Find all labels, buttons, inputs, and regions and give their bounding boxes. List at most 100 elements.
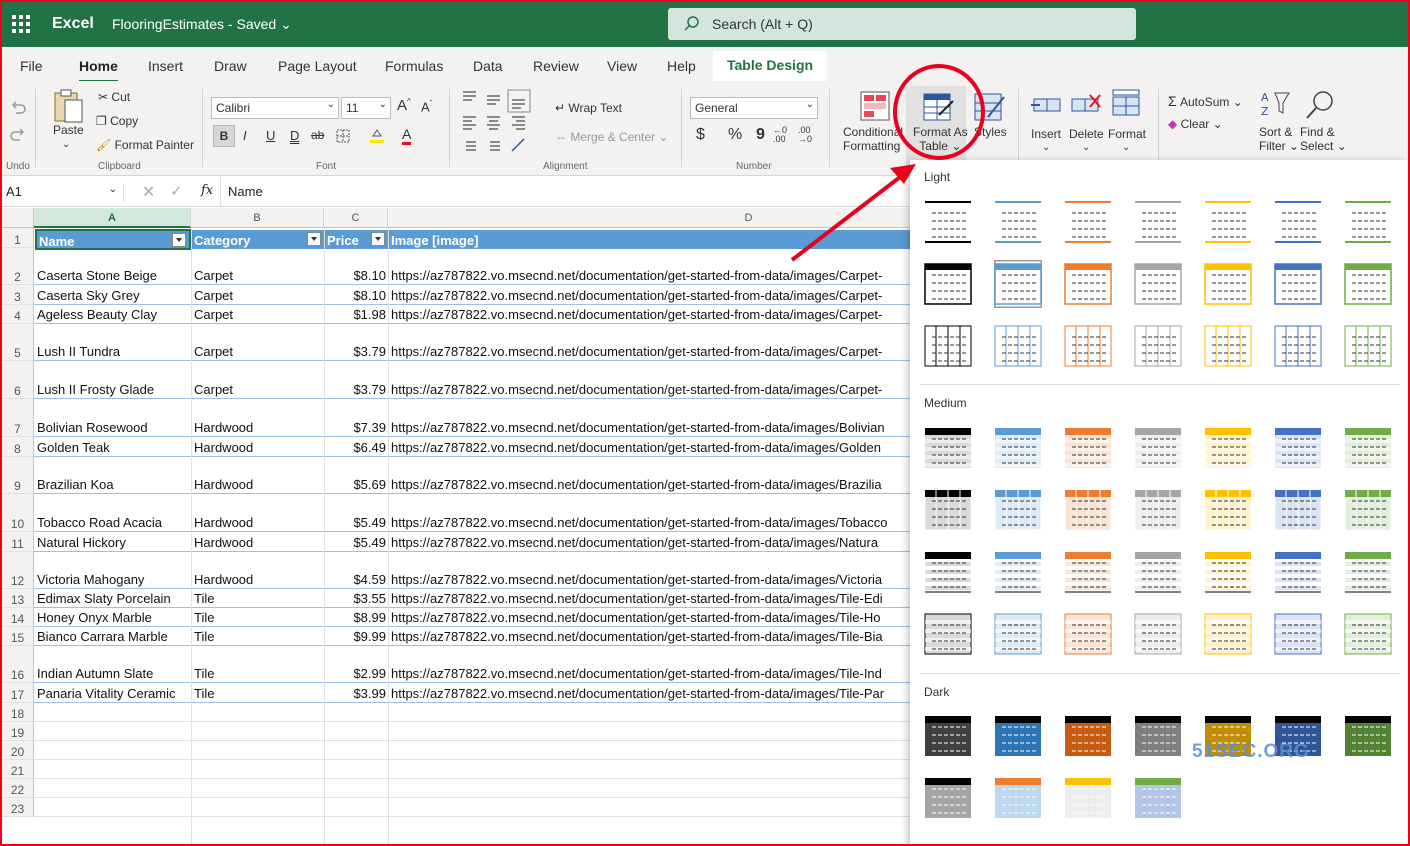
conditional-formatting-icon[interactable] bbox=[860, 91, 890, 121]
cell-price[interactable]: $8.99 bbox=[325, 610, 386, 625]
cell-styles-button[interactable]: Styles bbox=[974, 125, 1007, 139]
row-header[interactable]: 10 bbox=[2, 494, 34, 532]
table-style-medium-2-3[interactable] bbox=[1134, 486, 1182, 534]
tab-formulas[interactable]: Formulas bbox=[385, 58, 443, 74]
table-style-light-3-3[interactable] bbox=[1134, 322, 1182, 370]
decrease-font-icon[interactable]: Aˇ bbox=[421, 99, 432, 114]
cut-button[interactable]: ✂ Cut bbox=[98, 90, 130, 104]
table-style-light-1-4[interactable] bbox=[1204, 198, 1252, 246]
table-style-dark-1-0[interactable] bbox=[924, 712, 972, 760]
cell-category[interactable]: Carpet bbox=[194, 288, 322, 303]
table-style-medium-3-6[interactable] bbox=[1344, 548, 1392, 596]
table-header-name[interactable]: Name bbox=[35, 229, 191, 250]
clear-button[interactable]: ◆ Clear ⌄ bbox=[1168, 117, 1223, 131]
confirm-icon[interactable]: ✓ bbox=[170, 182, 183, 200]
cell-name[interactable]: Indian Autumn Slate bbox=[37, 666, 189, 681]
select-all-corner[interactable] bbox=[2, 208, 34, 228]
table-style-light-1-6[interactable] bbox=[1344, 198, 1392, 246]
cell-category[interactable]: Carpet bbox=[194, 268, 322, 283]
table-style-medium-1-6[interactable] bbox=[1344, 424, 1392, 472]
cell-name[interactable]: Natural Hickory bbox=[37, 535, 189, 550]
chevron-down-icon[interactable]: ⌄ bbox=[1042, 142, 1050, 153]
find-select-icon[interactable] bbox=[1304, 89, 1336, 121]
column-header-b[interactable]: B bbox=[191, 208, 324, 228]
tab-data[interactable]: Data bbox=[473, 58, 503, 74]
format-as-table-button[interactable]: Format As Table ⌄ bbox=[913, 125, 968, 153]
cell-name[interactable]: Honey Onyx Marble bbox=[37, 610, 189, 625]
insert-button[interactable]: Insert bbox=[1031, 127, 1061, 141]
cell-category[interactable]: Hardwood bbox=[194, 420, 322, 435]
column-header-a[interactable]: A bbox=[34, 208, 191, 228]
cell-name[interactable]: Caserta Sky Grey bbox=[37, 288, 189, 303]
cell-price[interactable]: $3.99 bbox=[325, 686, 386, 701]
tab-review[interactable]: Review bbox=[533, 58, 579, 74]
redo-icon[interactable] bbox=[10, 126, 26, 142]
cancel-icon[interactable]: ✕ bbox=[142, 182, 155, 202]
tab-help[interactable]: Help bbox=[667, 58, 696, 74]
row-header[interactable]: 5 bbox=[2, 324, 34, 361]
cell-price[interactable]: $6.49 bbox=[325, 440, 386, 455]
tab-draw[interactable]: Draw bbox=[214, 58, 247, 74]
formula-input[interactable]: Name bbox=[228, 184, 263, 199]
strikethrough-button[interactable]: ab bbox=[311, 128, 324, 142]
filter-dropdown-icon[interactable] bbox=[172, 233, 186, 247]
table-style-medium-3-4[interactable] bbox=[1204, 548, 1252, 596]
table-style-medium-4-2[interactable] bbox=[1064, 610, 1112, 658]
tab-view[interactable]: View bbox=[607, 58, 637, 74]
row-header[interactable]: 20 bbox=[2, 741, 34, 760]
cell-category[interactable]: Hardwood bbox=[194, 477, 322, 492]
delete-button[interactable]: Delete bbox=[1069, 127, 1104, 141]
table-style-medium-1-4[interactable] bbox=[1204, 424, 1252, 472]
table-style-light-2-3[interactable] bbox=[1134, 260, 1182, 308]
table-style-dark-2-1[interactable] bbox=[994, 774, 1042, 822]
table-style-light-1-0[interactable] bbox=[924, 198, 972, 246]
column-header-c[interactable]: C bbox=[324, 208, 388, 228]
format-as-table-icon[interactable] bbox=[923, 91, 955, 123]
table-style-dark-2-0[interactable] bbox=[924, 774, 972, 822]
cell-name[interactable]: Golden Teak bbox=[37, 440, 189, 455]
double-underline-button[interactable]: D bbox=[290, 128, 299, 143]
table-style-medium-2-2[interactable] bbox=[1064, 486, 1112, 534]
increase-font-icon[interactable]: A^ bbox=[397, 97, 411, 114]
alignment-icons[interactable] bbox=[460, 89, 534, 159]
table-style-light-2-6[interactable] bbox=[1344, 260, 1392, 308]
find-select-button[interactable]: Find & Select ⌄ bbox=[1300, 125, 1347, 153]
cell-price[interactable]: $1.98 bbox=[325, 307, 386, 322]
table-style-light-1-1[interactable] bbox=[994, 198, 1042, 246]
format-button[interactable]: Format bbox=[1108, 127, 1146, 141]
font-color-icon[interactable]: A bbox=[402, 126, 412, 145]
cell-category[interactable]: Tile bbox=[194, 591, 322, 606]
table-style-light-1-3[interactable] bbox=[1134, 198, 1182, 246]
table-style-medium-4-0[interactable] bbox=[924, 610, 972, 658]
table-style-medium-3-3[interactable] bbox=[1134, 548, 1182, 596]
delete-cells-icon[interactable] bbox=[1070, 91, 1102, 119]
row-header[interactable]: 6 bbox=[2, 361, 34, 399]
filter-dropdown-icon[interactable] bbox=[307, 232, 321, 246]
app-launcher-icon[interactable] bbox=[12, 15, 30, 33]
merge-center-button[interactable]: ⇔ Merge & Center ⌄ bbox=[555, 130, 668, 144]
row-header[interactable]: 21 bbox=[2, 760, 34, 779]
cell-price[interactable]: $5.69 bbox=[325, 477, 386, 492]
row-header[interactable]: 3 bbox=[2, 285, 34, 305]
row-header[interactable]: 1 bbox=[2, 228, 34, 248]
table-style-medium-2-6[interactable] bbox=[1344, 486, 1392, 534]
tab-page-layout[interactable]: Page Layout bbox=[278, 58, 357, 74]
table-style-medium-2-4[interactable] bbox=[1204, 486, 1252, 534]
table-style-medium-2-1[interactable] bbox=[994, 486, 1042, 534]
table-style-dark-1-3[interactable] bbox=[1134, 712, 1182, 760]
cell-category[interactable]: Carpet bbox=[194, 344, 322, 359]
increase-decimal-icon[interactable]: ←0.00 bbox=[773, 126, 787, 144]
table-style-medium-1-5[interactable] bbox=[1274, 424, 1322, 472]
document-title[interactable]: FlooringEstimates - Saved ⌄ bbox=[112, 16, 292, 33]
table-style-medium-4-1[interactable] bbox=[994, 610, 1042, 658]
decrease-decimal-icon[interactable]: .00 →0 bbox=[798, 126, 812, 144]
fill-color-icon[interactable] bbox=[369, 127, 385, 143]
cell-price[interactable]: $8.10 bbox=[325, 288, 386, 303]
table-style-dark-1-1[interactable] bbox=[994, 712, 1042, 760]
format-cells-icon[interactable] bbox=[1110, 89, 1142, 119]
table-style-light-2-0[interactable] bbox=[924, 260, 972, 308]
cell-name[interactable]: Lush II Tundra bbox=[37, 344, 189, 359]
italic-button[interactable]: I bbox=[243, 128, 247, 143]
cell-styles-icon[interactable] bbox=[974, 91, 1006, 123]
cell-category[interactable]: Carpet bbox=[194, 307, 322, 322]
